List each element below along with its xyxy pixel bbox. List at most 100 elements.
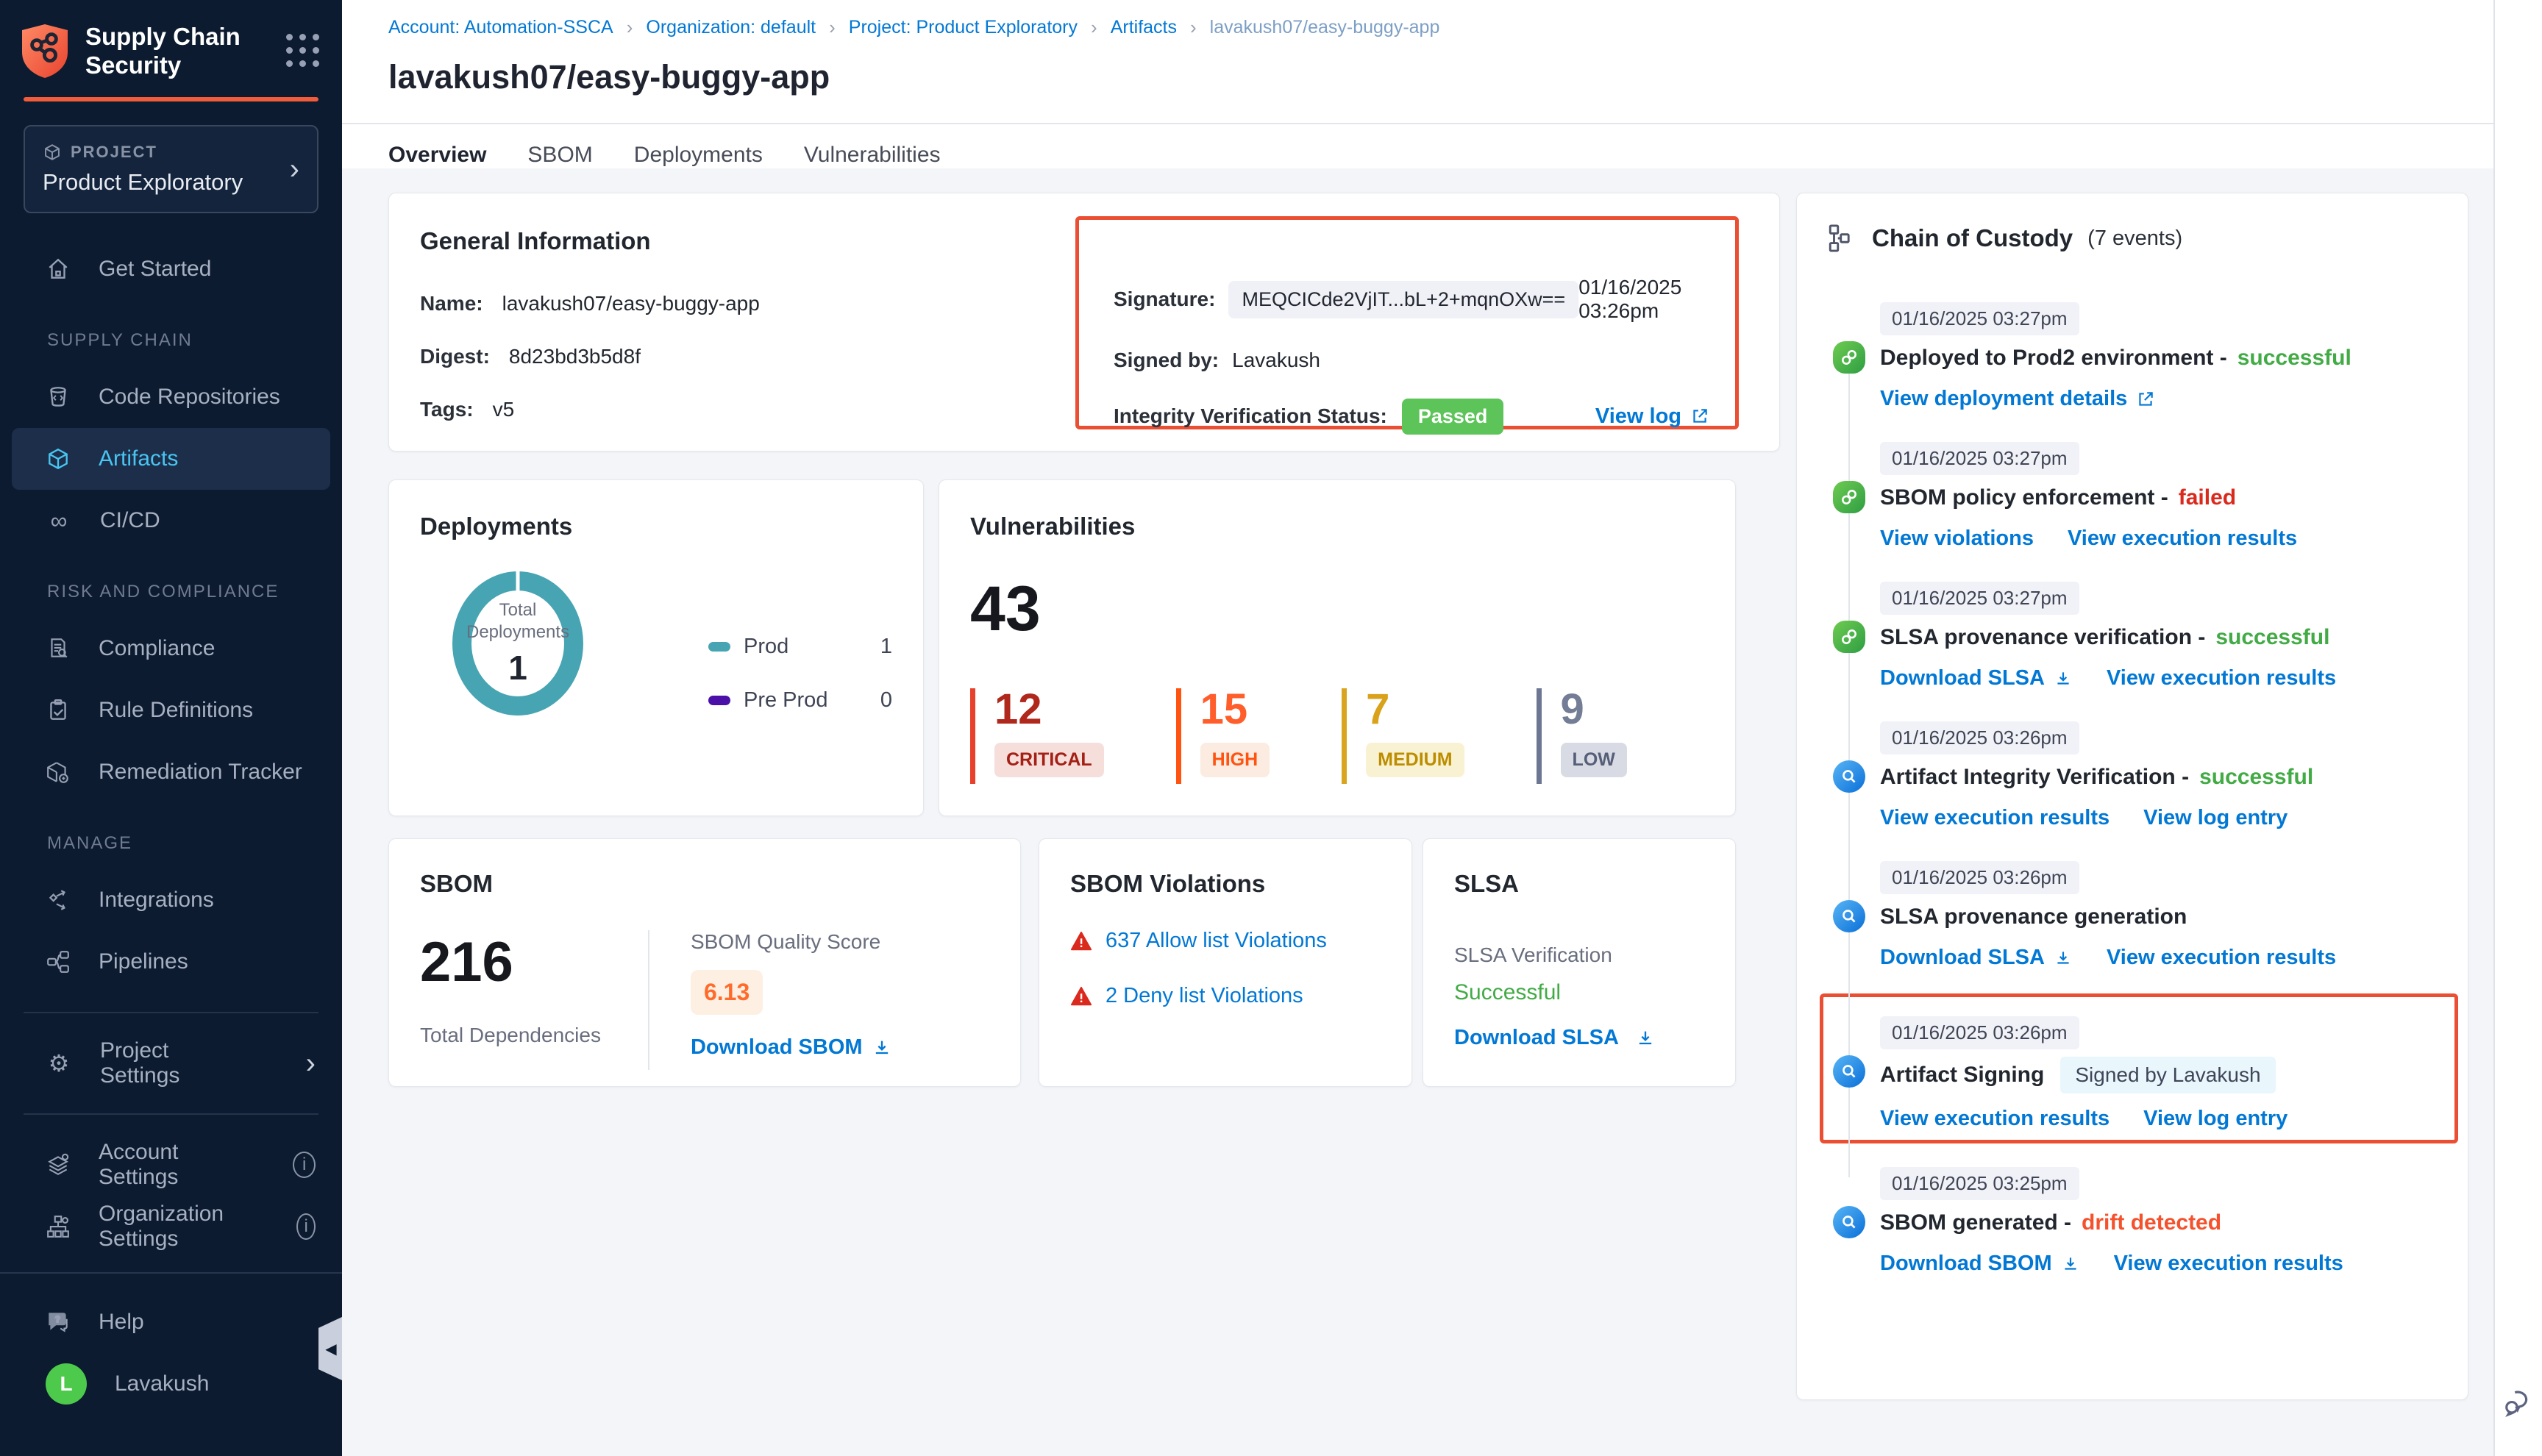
app-logo: Supply ChainSecurity (0, 0, 342, 97)
event-timestamp: 01/16/2025 03:27pm (1880, 302, 2079, 335)
info-icon[interactable]: i (296, 1213, 316, 1240)
sidebar-item-code-repositories[interactable]: Code Repositories (0, 366, 342, 428)
view-deployment-details-link[interactable]: View deployment details (1880, 387, 2155, 411)
annotation-box-artifact-signing: 01/16/2025 03:26pm Artifact Signing Sign… (1820, 993, 2458, 1143)
sidebar-bottom: ? Help L Lavakush (0, 1272, 342, 1456)
sidebar-item-organization-settings[interactable]: Organization Settings i (0, 1196, 342, 1257)
infinity-icon: ∞ (46, 507, 72, 535)
home-icon (46, 257, 71, 282)
content-area: General Information Name:lavakush07/easy… (342, 168, 2493, 1456)
severity-badge-critical: CRITICAL (994, 743, 1104, 777)
account-layers-icon (46, 1152, 71, 1177)
sidebar-nav: Get Started SUPPLY CHAIN Code Repositori… (0, 238, 342, 1257)
view-log-link[interactable]: View log (1595, 404, 1709, 429)
vulnerabilities-title: Vulnerabilities (970, 513, 1704, 540)
integrations-share-icon (46, 888, 71, 913)
user-name: Lavakush (115, 1371, 209, 1396)
view-execution-results-link[interactable]: View execution results (1880, 1107, 2110, 1131)
view-execution-results-link[interactable]: View execution results (1880, 806, 2110, 830)
gear-icon: ⚙ (46, 1049, 72, 1077)
magnifier-icon (1833, 900, 1865, 932)
sbom-violations-title: SBOM Violations (1070, 870, 1381, 898)
slsa-verification-status: Successful (1454, 980, 1704, 1005)
legend-dash-pre-prod (708, 696, 730, 705)
download-sbom-link[interactable]: Download SBOM (1880, 1252, 2080, 1276)
magnifier-icon (1833, 760, 1865, 793)
breadcrumb-account[interactable]: Account: Automation-SSCA (388, 17, 613, 38)
severity-badge-medium: MEDIUM (1366, 743, 1464, 777)
sidebar-item-rule-definitions[interactable]: Rule Definitions (0, 679, 342, 741)
project-selector[interactable]: PROJECT Product Exploratory › (24, 125, 318, 213)
avatar: L (46, 1363, 87, 1405)
help-chat-icon: ? (46, 1310, 71, 1335)
sbom-title: SBOM (420, 870, 989, 898)
sidebar-item-compliance[interactable]: Compliance (0, 618, 342, 679)
donut-center-label: Total Deployments (466, 599, 569, 643)
sidebar-item-project-settings[interactable]: ⚙ Project Settings › (0, 1032, 342, 1094)
view-execution-results-link[interactable]: View execution results (2114, 1252, 2343, 1276)
event-timestamp: 01/16/2025 03:26pm (1880, 1016, 2079, 1049)
shield-logo-icon (21, 23, 69, 79)
external-link-icon (2136, 390, 2155, 409)
sidebar-item-get-started[interactable]: Get Started (0, 238, 342, 300)
download-slsa-link[interactable]: Download SLSA (1880, 666, 2073, 690)
user-menu[interactable]: L Lavakush (0, 1353, 342, 1415)
breadcrumb: Account: Automation-SSCA› Organization: … (342, 0, 2542, 39)
general-information-card: General Information Name:lavakush07/easy… (388, 193, 1780, 452)
svg-text:?: ? (55, 1315, 60, 1324)
deny-list-violations-link[interactable]: 2 Deny list Violations (1106, 984, 1303, 1008)
project-label: PROJECT (71, 143, 157, 162)
sidebar-item-pipelines[interactable]: Pipelines (0, 931, 342, 993)
chevron-right-icon: › (306, 1049, 316, 1078)
main-area: Account: Automation-SSCA› Organization: … (342, 0, 2542, 1456)
deployments-legend: Prod 1 Pre Prod 0 (708, 635, 892, 742)
allow-list-violations-link[interactable]: 637 Allow list Violations (1106, 929, 1327, 953)
download-icon (2061, 1255, 2080, 1274)
app-grid-icon[interactable] (286, 34, 320, 68)
chain-link-icon (1833, 621, 1865, 653)
artifact-name-value: lavakush07/easy-buggy-app (502, 292, 760, 315)
logo-underline (24, 97, 318, 101)
severity-badge-low: LOW (1561, 743, 1627, 777)
view-execution-results-link[interactable]: View execution results (2107, 666, 2336, 690)
slsa-verification-label: SLSA Verification (1454, 943, 1704, 967)
download-slsa-link[interactable]: Download SLSA (1454, 1026, 1656, 1050)
view-violations-link[interactable]: View violations (1880, 527, 2034, 551)
event-timestamp: 01/16/2025 03:27pm (1880, 582, 2079, 615)
chain-event: 01/16/2025 03:26pm Artifact Integrity Ve… (1826, 721, 2438, 830)
download-icon (872, 1038, 892, 1058)
info-icon[interactable]: i (293, 1152, 316, 1178)
sidebar-section-manage: MANAGE (0, 803, 342, 869)
chain-events: 01/16/2025 03:27pm Deployed to Prod2 env… (1826, 302, 2438, 1276)
integrity-status-label: Integrity Verification Status: (1114, 404, 1387, 428)
magnifier-icon (1833, 1055, 1865, 1088)
breadcrumb-organization[interactable]: Organization: default (646, 17, 816, 38)
view-execution-results-link[interactable]: View execution results (2107, 946, 2336, 970)
severity-low: 9 LOW (1537, 688, 1627, 784)
sidebar-item-artifacts[interactable]: Artifacts (12, 428, 330, 490)
view-execution-results-link[interactable]: View execution results (2068, 527, 2297, 551)
chain-event: 01/16/2025 03:27pm SBOM policy enforceme… (1826, 442, 2438, 551)
view-log-entry-link[interactable]: View log entry (2143, 806, 2288, 830)
sidebar-item-cicd[interactable]: ∞ CI/CD (0, 490, 342, 552)
download-icon (1635, 1028, 1656, 1049)
legend-item-prod: Prod 1 (708, 635, 892, 659)
breadcrumb-project[interactable]: Project: Product Exploratory (849, 17, 1078, 38)
compliance-doc-icon (46, 636, 71, 661)
chat-support-icon[interactable] (2502, 1386, 2536, 1424)
sidebar-item-account-settings[interactable]: Account Settings i (0, 1134, 342, 1196)
signed-by-label: Signed by: (1114, 349, 1219, 372)
sidebar-item-help[interactable]: ? Help (0, 1291, 342, 1353)
view-log-entry-link[interactable]: View log entry (2143, 1107, 2288, 1131)
download-sbom-link[interactable]: Download SBOM (691, 1035, 892, 1060)
cube-icon (43, 143, 62, 162)
sbom-quality-label: SBOM Quality Score (691, 930, 892, 954)
sidebar-item-remediation-tracker[interactable]: Remediation Tracker (0, 741, 342, 803)
clipboard-check-icon (46, 698, 71, 723)
external-link-icon (1690, 407, 1709, 426)
app-name: Supply ChainSecurity (85, 22, 286, 79)
download-slsa-link[interactable]: Download SLSA (1880, 946, 2073, 970)
sidebar-item-integrations[interactable]: Integrations (0, 869, 342, 931)
breadcrumb-artifacts[interactable]: Artifacts (1111, 17, 1177, 38)
vertical-divider (648, 930, 649, 1070)
